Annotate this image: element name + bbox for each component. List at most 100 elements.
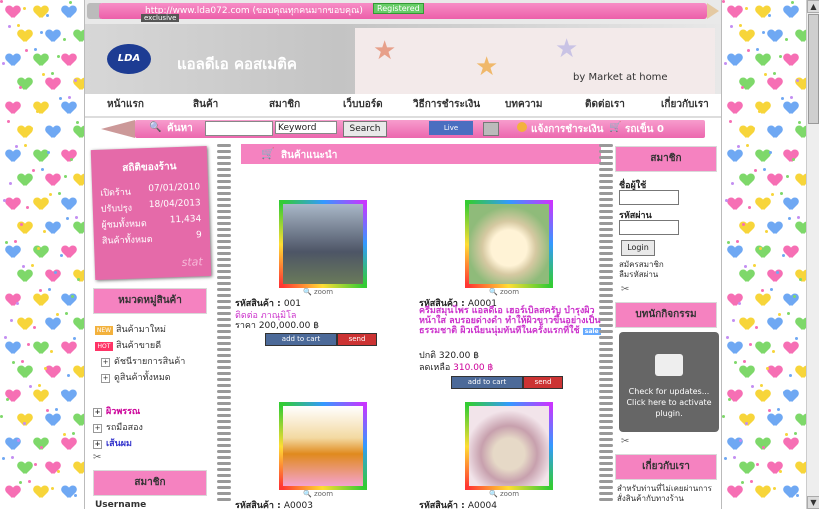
category-label: เส้นผม <box>106 439 132 449</box>
spiral-ring <box>217 354 231 357</box>
heart-icon <box>34 390 48 402</box>
expand-icon[interactable]: + <box>93 440 102 449</box>
vertical-scrollbar[interactable]: ▲ ▼ <box>806 0 819 509</box>
sparkle-dot <box>766 367 769 370</box>
heart-icon <box>784 54 798 66</box>
payment-link[interactable]: แจ้งการชำระเงิน <box>531 122 604 137</box>
nav-articles[interactable]: บทความ <box>505 96 542 114</box>
product-name-text: ครีมสมุนไพร แอลดีเอ เฮอร์เบิลสครับ บำรุง… <box>419 306 601 336</box>
sparkle-dot <box>735 103 738 106</box>
expand-icon[interactable]: + <box>101 358 110 367</box>
nav-about[interactable]: เกี่ยวกับเรา <box>661 96 709 114</box>
sparkle-dot <box>47 151 50 154</box>
category-index[interactable]: + ดัชนีรายการสินค้า <box>101 354 185 368</box>
sparkle-dot <box>749 343 752 346</box>
sparkle-dot <box>68 96 71 99</box>
sparkle-dot <box>785 433 788 436</box>
category-skin[interactable]: + ผิวพรรณ <box>93 404 140 418</box>
coin-icon <box>517 122 527 132</box>
sparkle-dot <box>762 446 765 449</box>
product-image[interactable] <box>279 402 367 490</box>
spiral-ring <box>217 174 231 177</box>
expand-icon[interactable]: + <box>93 408 102 417</box>
sparkle-dot <box>758 110 761 113</box>
cart-link[interactable]: รถเข็น 0 <box>625 122 664 137</box>
spiral-ring <box>599 258 613 261</box>
add-to-cart-button[interactable]: add to cart <box>451 376 523 389</box>
product-name[interactable]: ครีมสมุนไพร แอลดีเอ เฮอร์เบิลสครับ บำรุง… <box>419 306 601 337</box>
nav-contact[interactable]: ติดต่อเรา <box>585 96 625 114</box>
scroll-down-arrow[interactable]: ▼ <box>807 496 819 509</box>
send-button[interactable]: send <box>523 376 563 389</box>
nav-members[interactable]: สมาชิก <box>269 96 300 114</box>
email-icon[interactable] <box>483 122 499 136</box>
scroll-thumb[interactable] <box>808 14 819 124</box>
spiral-ring <box>599 270 613 273</box>
zoom-label: zoom <box>499 288 520 296</box>
heart-icon <box>62 102 76 114</box>
sparkle-dot <box>768 14 771 17</box>
heart-icon <box>796 174 806 186</box>
username-input[interactable] <box>619 190 679 205</box>
product-card: 🔍 zoom รหัสสินค้า : A0001 ครีมสมุนไพร แอ… <box>419 200 601 390</box>
search-button[interactable]: Search <box>343 121 387 137</box>
spiral-ring <box>217 408 231 411</box>
product-image[interactable] <box>465 200 553 288</box>
sparkle-dot <box>731 182 734 185</box>
cart-icon[interactable]: 🛒 <box>609 122 623 134</box>
heart-icon <box>768 222 782 234</box>
hot-badge: HOT <box>95 342 113 351</box>
sparkle-dot <box>771 193 774 196</box>
spiral-ring <box>217 366 231 369</box>
sparkle-dot <box>728 398 731 401</box>
password-input[interactable] <box>619 220 679 235</box>
expand-icon[interactable]: + <box>93 424 102 433</box>
plugin-placeholder[interactable]: Check for updates... Click here to activ… <box>619 332 719 432</box>
nav-products[interactable]: สินค้า <box>193 96 218 114</box>
category-all[interactable]: + ดูสินค้าทั้งหมด <box>101 370 171 384</box>
sparkle-dot <box>21 360 24 363</box>
live-support-button[interactable]: Live Support <box>429 121 473 146</box>
plugin-message: Check for updates... Click here to activ… <box>626 387 712 418</box>
heart-icon <box>740 174 754 186</box>
nav-payment[interactable]: วิธีการชำระเงิน <box>413 96 480 114</box>
heart-icon <box>784 438 798 450</box>
market-at-home-text: by Market at home <box>573 72 668 83</box>
spiral-ring <box>599 420 613 423</box>
heart-icon <box>796 318 806 330</box>
heart-icon <box>62 342 76 354</box>
sparkle-dot <box>796 494 799 497</box>
logo[interactable]: LDA <box>107 44 151 74</box>
nav-home[interactable]: หน้าแรก <box>107 96 144 114</box>
send-button[interactable]: send <box>337 333 377 346</box>
product-image[interactable] <box>279 200 367 288</box>
zoom-link[interactable]: 🔍 zoom <box>303 288 333 296</box>
sparkle-dot <box>63 38 66 41</box>
search-type-select[interactable]: Keyword <box>275 121 337 134</box>
zoom-link[interactable]: 🔍 zoom <box>489 288 519 296</box>
product-image[interactable] <box>465 402 553 490</box>
spiral-ring <box>217 186 231 189</box>
expand-icon[interactable]: + <box>101 374 110 383</box>
scroll-up-arrow[interactable]: ▲ <box>807 0 819 13</box>
login-button[interactable]: Login <box>621 240 655 256</box>
heart-icon <box>18 30 32 42</box>
heart-icon <box>768 30 782 42</box>
sparkle-dot <box>40 446 43 449</box>
category-hot[interactable]: HOT สินค้าขายดี <box>95 338 161 352</box>
category-cars[interactable]: + รถมือสอง <box>93 420 143 434</box>
cart-icon: 🛒 <box>261 147 275 160</box>
search-bar: 🔍 ค้นหา Keyword Search Live Support แจ้ง… <box>85 118 721 146</box>
category-new[interactable]: NEW สินค้ามาใหม่ <box>95 322 166 336</box>
sparkle-dot <box>777 408 780 411</box>
zoom-link[interactable]: 🔍 zoom <box>489 490 519 498</box>
sparkle-dot <box>739 439 742 442</box>
add-to-cart-button[interactable]: add to cart <box>265 333 337 346</box>
category-hair[interactable]: + เส้นผม <box>93 436 132 450</box>
sparkle-dot <box>22 265 25 268</box>
zoom-link[interactable]: 🔍 zoom <box>303 490 333 498</box>
search-input[interactable] <box>205 121 273 136</box>
spiral-ring <box>599 306 613 309</box>
forgot-password-link[interactable]: ลืมรหัสผ่าน <box>619 268 658 281</box>
nav-webboard[interactable]: เว็บบอร์ด <box>343 96 383 114</box>
